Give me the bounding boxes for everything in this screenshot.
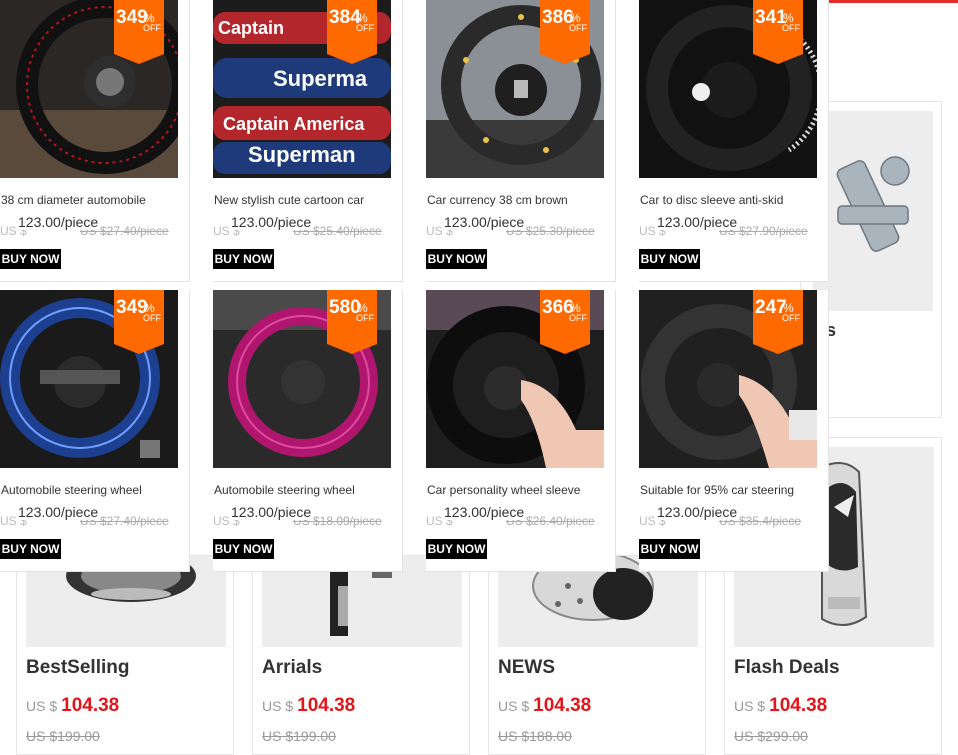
buy-now-button[interactable]: BUY NOW [639,539,700,559]
price-value: 104.38 [533,695,592,716]
discount-badge: 366 % OFF [540,290,590,354]
price-row: US $ US $35.4/piece 123.00/piece [639,504,828,532]
price-row: US $ US $26.40/piece 123.00/piece [426,504,615,532]
price-row: US $ US $27.40/piece 123.00/piece [0,504,189,532]
product-title[interactable]: Car personality wheel sleeve [427,483,613,499]
buy-now-button[interactable]: BUY NOW [213,249,274,269]
card-old-price: US $199.00 [26,728,100,744]
buy-now-button[interactable]: BUY NOW [426,249,487,269]
price-row: US $ US $27.40/piece 123.00/piece [0,214,189,242]
product-title[interactable]: New stylish cute cartoon car [214,193,400,209]
badge-off: OFF [143,313,161,323]
product-title[interactable]: Automobile steering wheel [1,483,187,499]
badge-off: OFF [569,23,587,33]
badge-off: OFF [356,23,374,33]
product-title[interactable]: Automobile steering wheel [214,483,400,499]
discount-badge: 341 % OFF [753,0,803,64]
discount-badge: 386 % OFF [540,0,590,64]
card-old-price: US $199.00 [262,728,336,744]
card-price: US $104.38 [26,695,119,717]
product-title[interactable]: Suitable for 95% car steering [640,483,826,499]
popup-product-card[interactable]: 247 % OFF Suitable for 95% car steering … [639,290,829,572]
currency: US $ [262,698,294,714]
card-title[interactable]: Arrials [262,657,322,679]
buy-now-button[interactable]: BUY NOW [639,249,700,269]
badge-off: OFF [569,313,587,323]
buy-now-button[interactable]: BUY NOW [213,539,274,559]
popup-product-card[interactable]: 349 % OFF 38 cm diameter automobile US $… [0,0,190,282]
card-title[interactable]: NEWS [498,657,555,679]
svg-text:Captain: Captain [218,18,284,38]
card-old-price: US $299.00 [734,728,808,744]
card-price: US $104.38 [734,695,827,717]
buy-now-button[interactable]: BUY NOW [0,539,61,559]
svg-text:Superma: Superma [273,66,368,91]
product-title[interactable]: Car currency 38 cm brown [427,193,613,209]
price: 123.00/piece [657,214,738,230]
popup-product-card[interactable]: 580 % OFF Automobile steering wheel US $… [213,290,403,572]
header-accent-line [828,0,958,3]
card-title[interactable]: BestSelling [26,657,129,679]
price-value: 104.38 [297,695,356,716]
price-value: 104.38 [769,695,828,716]
price: 123.00/piece [231,504,312,520]
price-row: US $ US $25.30/piece 123.00/piece [426,214,615,242]
bg-card-bestselling[interactable]: BestSelling US $104.38 US $199.00 [16,555,234,755]
discount-badge: 580 % OFF [327,290,377,354]
popup-product-card[interactable]: 349 % OFF Automobile steering wheel US $… [0,290,190,572]
product-image [813,111,933,311]
price-row: US $ US $25.40/piece 123.00/piece [213,214,402,242]
discount-badge: 384 % OFF [327,0,377,64]
bg-card-arrials[interactable]: Arrials US $104.38 US $199.00 [252,555,470,755]
popup-product-card[interactable]: 341 % OFF Car to disc sleeve anti-skid U… [639,0,829,282]
badge-off: OFF [782,313,800,323]
card-price: US $104.38 [262,695,355,717]
buy-now-button[interactable]: BUY NOW [0,249,61,269]
price-value: 104.38 [61,695,120,716]
popup-product-card[interactable]: 366 % OFF Car personality wheel sleeve U… [426,290,616,572]
currency: US $ [498,698,530,714]
price-row: US $ US $27.90/piece 123.00/piece [639,214,828,242]
price: 123.00/piece [18,504,99,520]
product-title[interactable]: Car to disc sleeve anti-skid [640,193,826,209]
badge-off: OFF [143,23,161,33]
discount-badge: 349 % OFF [114,290,164,354]
buy-now-button[interactable]: BUY NOW [426,539,487,559]
price: 123.00/piece [657,504,738,520]
price: 123.00/piece [444,504,525,520]
card-title[interactable]: Flash Deals [734,657,840,679]
price: 123.00/piece [18,214,99,230]
card-price: US $104.38 [498,695,591,717]
popup-product-card[interactable]: Superma Superman Captain Captain America… [213,0,403,282]
price-row: US $ US $18.09/piece 123.00/piece [213,504,402,532]
price: 123.00/piece [231,214,312,230]
svg-text:Superman: Superman [248,142,356,167]
product-title[interactable]: 38 cm diameter automobile [1,193,187,209]
badge-off: OFF [356,313,374,323]
card-old-price: US $188.00 [498,728,572,744]
badge-off: OFF [782,23,800,33]
discount-badge: 349 % OFF [114,0,164,64]
price: 123.00/piece [444,214,525,230]
svg-text:Captain America: Captain America [223,114,365,134]
currency: US $ [26,698,58,714]
popup-product-card[interactable]: 386 % OFF Car currency 38 cm brown US $ … [426,0,616,282]
currency: US $ [734,698,766,714]
bg-card-news[interactable]: NEWS US $104.38 US $188.00 [488,555,706,755]
discount-badge: 247 % OFF [753,290,803,354]
